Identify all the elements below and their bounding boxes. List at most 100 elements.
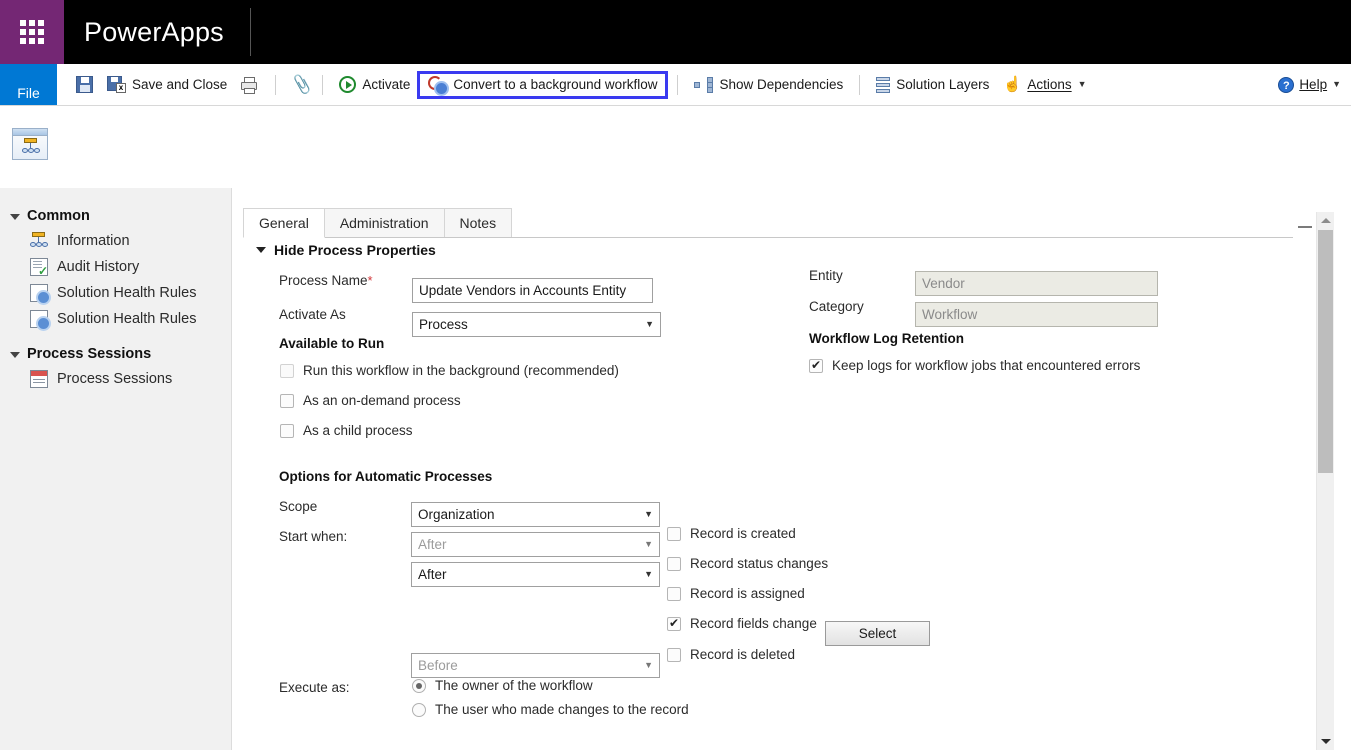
record-is-created-row[interactable]: Record is created [667, 526, 796, 541]
on-demand-process-checkbox-row[interactable]: As an on-demand process [280, 393, 461, 408]
process-name-input[interactable] [412, 278, 653, 303]
tab-notes[interactable]: Notes [444, 208, 513, 237]
form-area: General Administration Notes Hide Proces… [232, 188, 1310, 750]
start-when-select-1[interactable]: After ▼ [411, 532, 660, 557]
record-status-changes-label: Record status changes [690, 556, 828, 571]
keep-logs-checkbox[interactable] [809, 359, 823, 373]
right-gutter [1334, 188, 1351, 750]
sidebar-item-process-sessions[interactable]: Process Sessions [0, 366, 231, 392]
execute-as-owner-label: The owner of the workflow [435, 678, 593, 693]
execute-as-user-row[interactable]: The user who made changes to the record [412, 702, 689, 717]
nav-group-header-common[interactable]: Common [0, 204, 231, 228]
record-fields-change-row[interactable]: Record fields change [667, 616, 817, 631]
expand-triangle-icon [10, 214, 20, 220]
before-select[interactable]: Before ▼ [411, 653, 660, 678]
collapse-pane-handle[interactable] [1298, 226, 1312, 228]
available-to-run-header: Available to Run [279, 336, 384, 351]
required-asterisk: * [368, 273, 373, 288]
nav-group-label: Process Sessions [27, 346, 151, 362]
attach-button[interactable]: 📎 [285, 70, 313, 100]
save-and-close-button[interactable]: x Save and Close [100, 70, 234, 100]
record-fields-change-checkbox[interactable] [667, 617, 681, 631]
process-icon [30, 232, 48, 250]
form-vertical-scrollbar[interactable] [1316, 212, 1334, 750]
tab-general[interactable]: General [243, 208, 325, 238]
print-preview-button[interactable] [234, 70, 266, 100]
start-when-value-1: After [418, 533, 447, 556]
solution-layers-label: Solution Layers [896, 77, 989, 92]
execute-as-owner-row[interactable]: The owner of the workflow [412, 678, 593, 693]
record-status-changes-checkbox[interactable] [667, 557, 681, 571]
entity-label: Entity [809, 268, 843, 283]
hide-process-properties-toggle[interactable]: Hide Process Properties [256, 242, 436, 258]
entity-input [915, 271, 1158, 296]
record-is-deleted-row[interactable]: Record is deleted [667, 647, 795, 662]
scroll-up-button[interactable] [1317, 212, 1334, 229]
save-button[interactable] [69, 70, 100, 100]
process-name-label-text: Process Name [279, 273, 368, 288]
save-and-close-label: Save and Close [132, 77, 227, 92]
on-demand-process-checkbox[interactable] [280, 394, 294, 408]
record-status-changes-row[interactable]: Record status changes [667, 556, 828, 571]
activate-button[interactable]: Activate [332, 70, 417, 100]
file-tab-button[interactable]: File [0, 64, 57, 105]
actions-menu[interactable]: ☝ Actions ▼ [996, 70, 1093, 100]
chevron-down-icon: ▼ [644, 503, 653, 526]
sidebar-item-solution-health-rules-2[interactable]: Solution Health Rules [0, 306, 231, 332]
sidebar-item-audit-history[interactable]: Audit History [0, 254, 231, 280]
execute-as-owner-radio[interactable] [412, 679, 426, 693]
start-when-value-2: After [418, 563, 447, 586]
convert-workflow-icon [428, 76, 447, 94]
chevron-down-icon: ▼ [1078, 80, 1087, 89]
suite-brand-label[interactable]: PowerApps [64, 0, 250, 64]
sidebar-item-label: Information [57, 233, 130, 249]
actions-label: Actions [1027, 77, 1071, 92]
tab-administration[interactable]: Administration [324, 208, 445, 237]
waffle-menu-button[interactable] [0, 0, 64, 64]
form-tabs: General Administration Notes [243, 208, 1293, 238]
keep-logs-row[interactable]: Keep logs for workflow jobs that encount… [809, 358, 1140, 373]
scope-select[interactable]: Organization ▼ [411, 502, 660, 527]
chevron-down-icon: ▼ [644, 533, 653, 556]
scrollbar-thumb[interactable] [1318, 230, 1333, 473]
convert-to-background-workflow-button[interactable]: Convert to a background workflow [417, 71, 668, 99]
run-in-background-checkbox[interactable] [280, 364, 294, 378]
chevron-down-icon: ▼ [1332, 80, 1341, 89]
record-is-assigned-row[interactable]: Record is assigned [667, 586, 805, 601]
record-is-assigned-checkbox[interactable] [667, 587, 681, 601]
chevron-down-icon: ▼ [644, 563, 653, 586]
record-header: Process: Update Vendors in Accounts Enti… [0, 106, 1351, 188]
child-process-checkbox[interactable] [280, 424, 294, 438]
help-label: Help [1299, 77, 1327, 92]
run-in-background-checkbox-row[interactable]: Run this workflow in the background (rec… [280, 363, 619, 378]
select-fields-button[interactable]: Select [825, 621, 930, 646]
record-is-created-checkbox[interactable] [667, 527, 681, 541]
before-value: Before [418, 654, 458, 677]
layers-icon [876, 77, 890, 93]
execute-as-user-radio[interactable] [412, 703, 426, 717]
command-bar-items: x Save and Close 📎 Activate [57, 64, 1351, 105]
process-sessions-icon [30, 370, 48, 388]
activate-label: Activate [362, 77, 410, 92]
activate-as-select[interactable]: Process ▼ [412, 312, 661, 337]
sidebar-item-solution-health-rules-1[interactable]: Solution Health Rules [0, 280, 231, 306]
start-when-select-2[interactable]: After ▼ [411, 562, 660, 587]
start-when-label: Start when: [279, 529, 347, 544]
scroll-down-button[interactable] [1317, 733, 1334, 750]
show-dependencies-button[interactable]: Show Dependencies [687, 70, 850, 100]
scope-label: Scope [279, 499, 317, 514]
nav-group-label: Common [27, 208, 90, 224]
save-and-close-icon: x [107, 76, 126, 93]
record-is-created-label: Record is created [690, 526, 796, 541]
nav-group-process-sessions: Process Sessions Process Sessions [0, 342, 231, 392]
help-menu[interactable]: ? Help ▼ [1278, 77, 1351, 93]
child-process-checkbox-row[interactable]: As a child process [280, 423, 413, 438]
solution-layers-button[interactable]: Solution Layers [869, 70, 996, 100]
nav-group-header-process-sessions[interactable]: Process Sessions [0, 342, 231, 366]
left-navigation: Common Information Audit History Solutio… [0, 188, 232, 750]
sidebar-item-label: Solution Health Rules [57, 285, 196, 301]
sidebar-item-information[interactable]: Information [0, 228, 231, 254]
record-is-deleted-checkbox[interactable] [667, 648, 681, 662]
workflow-log-retention-header: Workflow Log Retention [809, 331, 964, 346]
activate-as-label: Activate As [279, 307, 346, 322]
